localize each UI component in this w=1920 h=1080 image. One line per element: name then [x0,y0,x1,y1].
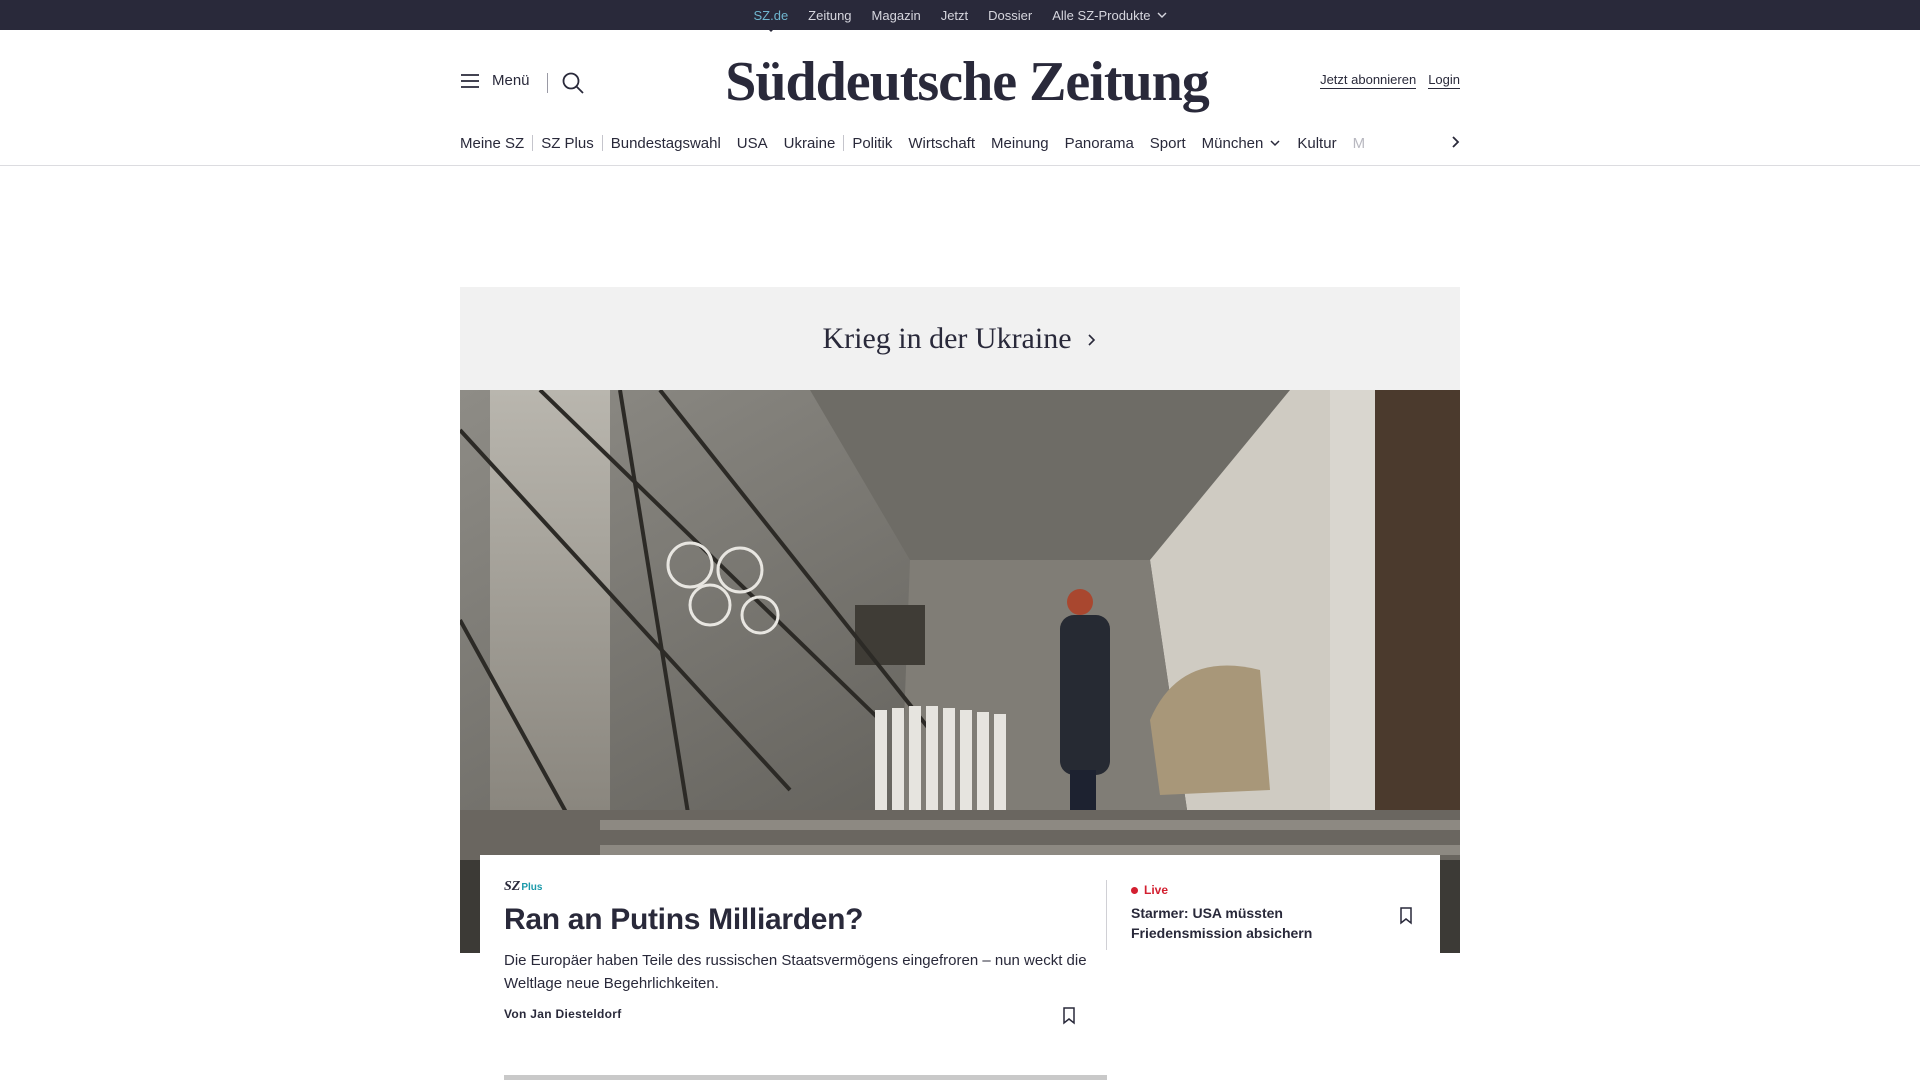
lead-headline[interactable]: Ran an Putins Milliarden? [504,903,1104,937]
sz-plus-logo: SZ [504,879,521,894]
hamburger-icon [461,73,479,88]
topbar-link-jetzt[interactable]: Jetzt [941,8,968,23]
subscribe-link[interactable]: Jetzt abonnieren [1320,72,1417,89]
bookmark-icon[interactable] [1062,1007,1076,1025]
header-divider [547,73,548,93]
topbar-link-zeitung[interactable]: Zeitung [808,8,851,23]
lead-byline: Von Jan Diesteldorf [504,1007,622,1021]
sz-plus-badge: SZ Plus [504,879,1104,895]
nav-item-muenchen[interactable]: München [1194,135,1290,152]
nav-item-panorama[interactable]: Panorama [1057,135,1142,152]
account-links: Jetzt abonnieren Login [1320,72,1460,89]
lead-article-card[interactable]: SZ Plus Ran an Putins Milliarden? Die Eu… [480,855,1440,1080]
section-title: Krieg in der Ukraine [822,321,1072,355]
live-badge: Live [1131,883,1421,897]
live-dot-icon [1131,886,1138,894]
bookmark-icon[interactable] [1399,907,1413,925]
nav-item-bundestagswahl[interactable]: Bundestagswahl [603,135,729,152]
nav-item-politik[interactable]: Politik [844,135,900,152]
nav-item-muenchen-label: München [1201,134,1264,152]
nav-item-kultur[interactable]: Kultur [1289,135,1344,152]
card-column-divider [1106,880,1107,950]
sz-plus-label: Plus [521,882,543,893]
chevron-right-icon[interactable] [1448,130,1464,154]
topbar-link-magazin[interactable]: Magazin [872,8,921,23]
nav-item-usa[interactable]: USA [729,135,776,152]
live-ticker-teaser[interactable]: Live Starmer: USA müssten Friedensmissio… [1131,883,1421,943]
top-product-bar: SZ.de Zeitung Magazin Jetzt Dossier Alle… [0,0,1920,32]
topbar-link-szde[interactable]: SZ.de [753,8,788,32]
menu-label: Menü [492,72,530,89]
search-icon[interactable] [560,70,586,96]
lead-teaser: Die Europäer haben Teile des russischen … [504,952,1087,992]
lead-article: SZ Plus Ran an Putins Milliarden? Die Eu… [504,879,1104,995]
chevron-right-icon [1087,333,1095,346]
site-header: Menü Süddeutsche Zeitung Jetzt abonniere… [460,30,1460,134]
main-nav: Meine SZ SZ Plus Bundestagswahl USA Ukra… [460,130,1460,156]
nav-item-meine-sz[interactable]: Meine SZ [460,135,532,152]
menu-button[interactable]: Menü [460,72,530,89]
next-article-image-edge [504,1075,1107,1080]
site-logo[interactable]: Süddeutsche Zeitung [712,42,1222,122]
nav-item-wirtschaft[interactable]: Wirtschaft [900,135,983,152]
live-label: Live [1144,883,1169,897]
nav-item-sz-plus[interactable]: SZ Plus [533,135,602,152]
chevron-down-icon [1270,140,1280,147]
nav-item-ukraine[interactable]: Ukraine [776,135,844,152]
topbar-dropdown-products[interactable]: Alle SZ-Produkte [1052,8,1166,23]
chevron-down-icon [1157,12,1166,18]
nav-item-meinung[interactable]: Meinung [983,135,1057,152]
header-bottom-rule [0,165,1920,166]
topbar-link-dossier[interactable]: Dossier [988,8,1032,23]
nav-item-sport[interactable]: Sport [1142,135,1194,152]
login-link[interactable]: Login [1428,72,1460,89]
nav-item-truncated[interactable]: M [1345,135,1366,152]
topbar-products-label: Alle SZ-Produkte [1052,7,1151,23]
section-header[interactable]: Krieg in der Ukraine [460,287,1460,390]
live-headline[interactable]: Starmer: USA müssten Friedensmission abs… [1131,903,1341,943]
